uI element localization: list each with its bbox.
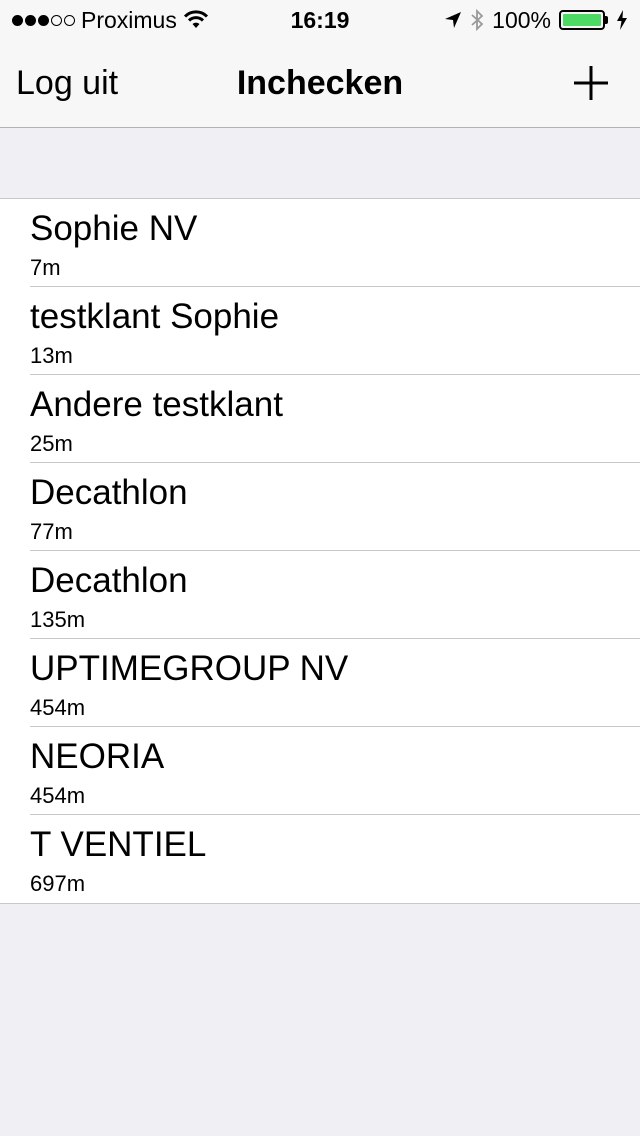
carrier-label: Proximus (81, 6, 177, 33)
list-item[interactable]: Sophie NV 7m (0, 199, 640, 287)
signal-strength-icon (12, 14, 75, 26)
location-name: T VENTIEL (30, 825, 207, 864)
log-out-button[interactable]: Log uit (16, 64, 118, 103)
list-item[interactable]: UPTIMEGROUP NV 454m (0, 639, 640, 727)
battery-icon (559, 10, 608, 30)
location-distance: 454m (30, 695, 86, 720)
list-item[interactable]: Decathlon 135m (0, 551, 640, 639)
location-distance: 25m (30, 431, 73, 456)
location-distance: 77m (30, 519, 73, 544)
status-bar: Proximus 16:19 100% (0, 0, 640, 40)
list-item[interactable]: T VENTIEL 697m (0, 815, 640, 903)
location-distance: 13m (30, 343, 73, 368)
location-distance: 454m (30, 783, 86, 808)
list-item[interactable]: Andere testklant 25m (0, 375, 640, 463)
location-name: Andere testklant (30, 385, 283, 424)
navigation-bar: Log uit Inchecken (0, 40, 640, 128)
list-item[interactable]: NEORIA 454m (0, 727, 640, 815)
location-name: Sophie NV (30, 209, 198, 248)
location-distance: 135m (30, 607, 86, 632)
location-name: Decathlon (30, 561, 188, 600)
wifi-icon (183, 10, 208, 28)
location-arrow-icon (445, 12, 462, 28)
location-distance: 7m (30, 255, 61, 280)
location-distance: 697m (30, 871, 86, 896)
battery-percent: 100% (492, 6, 551, 33)
location-name: testklant Sophie (30, 297, 280, 336)
location-name: NEORIA (30, 737, 165, 776)
list-item[interactable]: testklant Sophie 13m (0, 287, 640, 375)
location-name: UPTIMEGROUP NV (30, 649, 349, 688)
charging-bolt-icon (617, 10, 627, 30)
status-right: 100% (444, 7, 628, 34)
bluetooth-icon (471, 8, 484, 32)
list-item[interactable]: Decathlon 77m (0, 463, 640, 551)
plus-icon[interactable] (572, 64, 610, 102)
location-name: Decathlon (30, 473, 188, 512)
location-list: Sophie NV 7m testklant Sophie 13m Andere tes… (0, 198, 640, 904)
status-left: Proximus (12, 7, 209, 34)
